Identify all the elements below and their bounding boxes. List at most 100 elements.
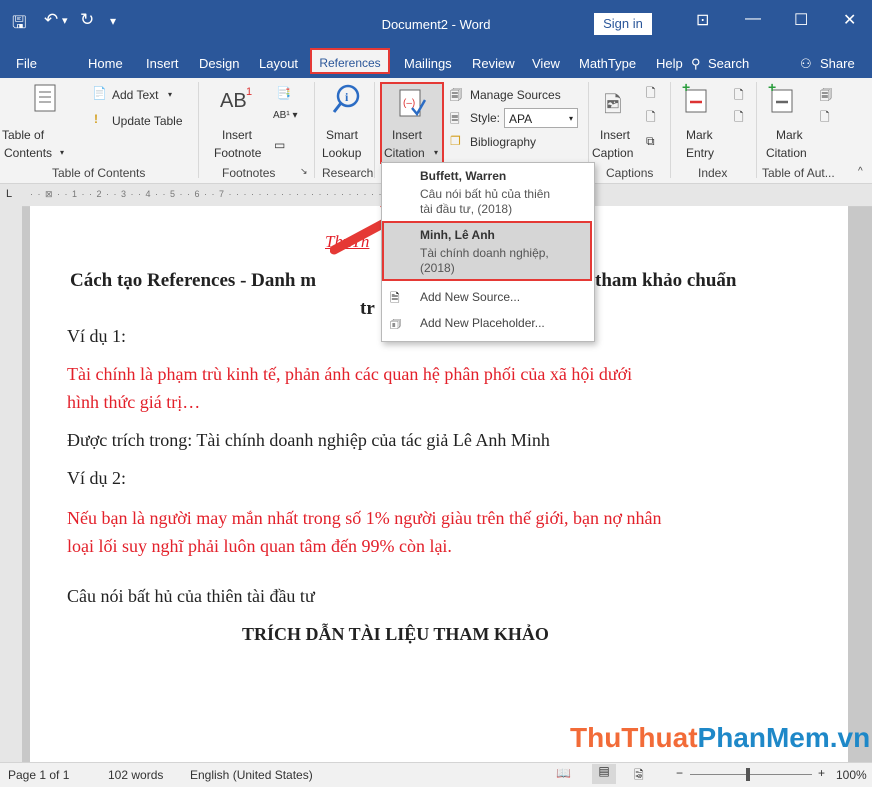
update-table-of-authorities-icon[interactable]: 🗋 bbox=[820, 108, 830, 129]
tab-mailings[interactable]: Mailings bbox=[404, 56, 452, 71]
page-count[interactable]: Page 1 of 1 bbox=[8, 768, 69, 782]
language-indicator[interactable]: English (United States) bbox=[190, 768, 313, 782]
search-icon[interactable]: ⚲ bbox=[691, 56, 701, 72]
insert-footnote-label-1[interactable]: Insert bbox=[222, 128, 252, 142]
citation-item-buffett[interactable]: Buffett, Warren Câu nói bất hủ của thiên… bbox=[382, 165, 592, 221]
smart-lookup-label-2[interactable]: Lookup bbox=[322, 146, 361, 160]
insert-citation-dropdown-icon: ▾ bbox=[434, 148, 439, 157]
add-new-placeholder-label: Add New Placeholder... bbox=[420, 316, 545, 330]
minimize-button[interactable]: — bbox=[745, 10, 761, 28]
share-icon[interactable]: ⚇ bbox=[800, 56, 812, 72]
word-count[interactable]: 102 words bbox=[108, 768, 163, 782]
tab-references[interactable]: References bbox=[310, 48, 390, 74]
next-footnote-icon[interactable]: AB¹ ▾ bbox=[273, 110, 297, 121]
smart-lookup-label-1[interactable]: Smart bbox=[326, 128, 358, 142]
insert-table-of-authorities-icon[interactable]: 🗐 bbox=[820, 86, 832, 107]
update-table-button[interactable]: Update Table bbox=[112, 114, 183, 128]
quote-line: Câu nói bất hủ của thiên tài đầu tư bbox=[67, 586, 315, 606]
table-of-contents-icon bbox=[34, 84, 56, 112]
collapse-ribbon-icon[interactable]: ^ bbox=[858, 166, 863, 177]
footnotes-launcher-icon[interactable]: ↘ bbox=[300, 166, 308, 177]
insert-table-of-figures-icon[interactable]: 🗋 bbox=[646, 84, 656, 105]
toc-label-1[interactable]: Table of bbox=[2, 128, 44, 142]
example-2-label: Ví dụ 2: bbox=[67, 468, 127, 488]
bibliography-button[interactable]: Bibliography bbox=[470, 135, 536, 149]
smart-lookup-icon: i bbox=[332, 84, 360, 113]
read-mode-icon[interactable]: 📖 bbox=[556, 766, 571, 780]
tab-review[interactable]: Review bbox=[472, 56, 515, 71]
cross-reference-icon[interactable]: ⧉ bbox=[646, 134, 655, 149]
update-table-of-figures-icon[interactable]: 🗋 bbox=[646, 108, 656, 129]
add-placeholder-icon: 🗊 bbox=[390, 317, 402, 331]
references-heading: TRÍCH DẪN TÀI LIỆU THAM KHẢO bbox=[242, 624, 549, 644]
citation-item-minh[interactable]: Minh, Lê Anh Tài chính doanh nghiệp, (20… bbox=[382, 221, 592, 281]
insert-index-icon[interactable]: 🗋 bbox=[734, 86, 744, 107]
manage-sources-icon: 🗐 bbox=[450, 88, 462, 102]
insert-caption-label-1[interactable]: Insert bbox=[600, 128, 630, 142]
insert-endnote-icon[interactable]: 📑 bbox=[276, 86, 291, 100]
tab-view[interactable]: View bbox=[532, 56, 560, 71]
web-layout-icon[interactable]: 🗟 bbox=[634, 766, 644, 787]
sign-in-button[interactable]: Sign in bbox=[594, 13, 652, 35]
tab-file[interactable]: File bbox=[16, 56, 37, 71]
insert-citation-button[interactable]: (–) Insert Citation ▾ bbox=[380, 82, 444, 164]
mark-entry-icon: + bbox=[682, 82, 707, 113]
group-label-index: Index bbox=[698, 166, 728, 180]
update-table-icon: ! bbox=[94, 112, 98, 126]
red-paragraph-2-line-1: Nếu bạn là người may mắn nhất trong số 1… bbox=[67, 508, 662, 528]
tab-design[interactable]: Design bbox=[199, 56, 239, 71]
add-text-button[interactable]: Add Text bbox=[112, 88, 158, 102]
svg-text:i: i bbox=[345, 90, 349, 104]
insert-caption-label-2[interactable]: Caption bbox=[592, 146, 633, 160]
toc-dropdown-icon[interactable]: ▾ bbox=[60, 148, 64, 157]
close-button[interactable]: ✕ bbox=[843, 10, 856, 30]
tab-selector-icon[interactable]: L bbox=[6, 188, 12, 200]
doc-title-line2: tr bbox=[360, 298, 375, 319]
status-bar: Page 1 of 1 102 words English (United St… bbox=[0, 762, 872, 787]
toc-label-2[interactable]: Contents bbox=[4, 146, 52, 160]
example-1-label: Ví dụ 1: bbox=[67, 326, 127, 346]
add-new-source-label: Add New Source... bbox=[420, 290, 521, 304]
add-new-source-item[interactable]: 🗎 Add New Source... bbox=[382, 287, 592, 309]
mark-entry-label-2[interactable]: Entry bbox=[686, 146, 714, 160]
doc-title-right: tham khảo chuẩn bbox=[595, 270, 737, 291]
cited-source-1: Được trích trong: Tài chính doanh nghiệp… bbox=[67, 430, 550, 450]
zoom-slider-thumb[interactable] bbox=[746, 768, 750, 781]
tab-help[interactable]: Help bbox=[656, 56, 683, 71]
add-new-placeholder-item[interactable]: 🗊 Add New Placeholder... bbox=[382, 313, 592, 335]
tab-mathtype[interactable]: MathType bbox=[579, 56, 636, 71]
group-label-footnotes: Footnotes bbox=[222, 166, 276, 180]
update-index-icon[interactable]: 🗋 bbox=[734, 108, 744, 129]
style-select[interactable]: APA ▾ bbox=[504, 108, 578, 128]
vertical-ruler[interactable] bbox=[0, 206, 22, 762]
maximize-button[interactable]: ☐ bbox=[794, 10, 808, 30]
style-dropdown-icon: ▾ bbox=[568, 114, 573, 123]
zoom-slider-track[interactable] bbox=[690, 774, 812, 775]
tab-layout[interactable]: Layout bbox=[259, 56, 298, 71]
tell-me-search[interactable]: Search bbox=[708, 56, 749, 71]
svg-text:(–): (–) bbox=[403, 98, 415, 109]
citation-title-line-2: (2018) bbox=[420, 261, 455, 275]
insert-footnote-icon: AB bbox=[220, 90, 247, 112]
show-notes-icon[interactable]: ▭ bbox=[274, 138, 285, 152]
mark-entry-label-1[interactable]: Mark bbox=[686, 128, 713, 142]
footnote-superscript-icon: 1 bbox=[246, 86, 253, 98]
mark-citation-label-2[interactable]: Citation bbox=[766, 146, 807, 160]
document-title: Document2 - Word bbox=[381, 17, 491, 32]
tab-insert[interactable]: Insert bbox=[146, 56, 179, 71]
insert-citation-label-1: Insert bbox=[392, 128, 423, 142]
tab-home[interactable]: Home bbox=[88, 56, 123, 71]
citation-title-line-1: Câu nói bất hủ của thiên bbox=[420, 187, 551, 201]
style-icon: 🗏 bbox=[450, 112, 460, 126]
add-text-dropdown-icon[interactable]: ▾ bbox=[168, 90, 172, 99]
print-layout-icon[interactable]: ▤ bbox=[592, 764, 616, 784]
insert-footnote-label-2[interactable]: Footnote bbox=[214, 146, 261, 160]
zoom-level[interactable]: 100% bbox=[836, 768, 867, 782]
zoom-out-icon[interactable]: − bbox=[676, 766, 683, 780]
share-button[interactable]: Share bbox=[820, 56, 855, 71]
manage-sources-button[interactable]: Manage Sources bbox=[470, 88, 561, 102]
red-paragraph-2-line-2: loại lối suy nghĩ phải luôn quan tâm đến… bbox=[67, 536, 452, 556]
zoom-in-icon[interactable]: + bbox=[818, 766, 825, 780]
ribbon-display-options-icon[interactable]: ⊡ bbox=[696, 10, 709, 30]
mark-citation-label-1[interactable]: Mark bbox=[776, 128, 803, 142]
